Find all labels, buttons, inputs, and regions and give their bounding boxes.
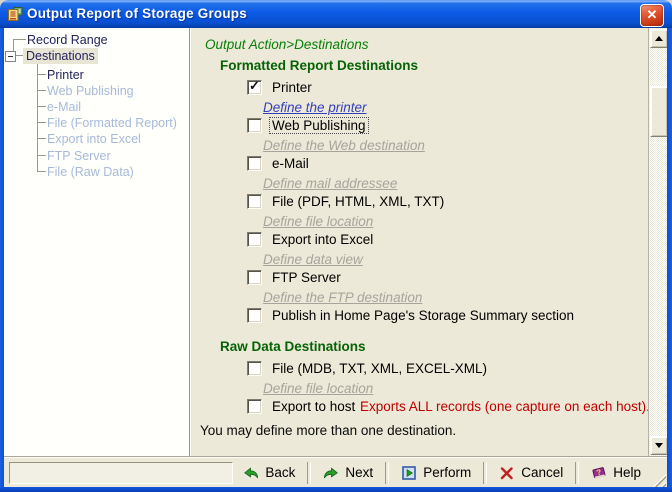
close-button[interactable]: ✕	[640, 4, 664, 27]
publish-home-page-checkbox-label[interactable]: Publish in Home Page's Storage Summary s…	[270, 308, 576, 323]
export-to-host-checkbox-label[interactable]: Export to host	[270, 399, 357, 414]
web-publishing-checkbox[interactable]: ✓	[247, 118, 262, 133]
scroll-down-button[interactable]	[650, 436, 668, 455]
window-title: Output Report of Storage Groups	[27, 6, 247, 21]
arrow-down-icon	[655, 443, 663, 452]
toolbar-separator	[307, 461, 312, 484]
export-to-host-checkbox[interactable]: ✓	[247, 399, 262, 414]
publish-home-page-row: ✓ Publish in Home Page's Storage Summary…	[247, 308, 576, 323]
define-data-view-link: Define data view	[263, 252, 363, 267]
window-border-right	[667, 28, 672, 492]
cancel-x-icon	[501, 466, 513, 479]
raw-data-destinations-heading: Raw Data Destinations	[220, 339, 366, 354]
printer-row: ✓ Printer	[247, 78, 314, 95]
ftp-server-checkbox[interactable]: ✓	[247, 270, 262, 285]
file-formatted-checkbox[interactable]: ✓	[247, 194, 262, 209]
perform-button-label: Perform	[423, 465, 472, 480]
report-app-icon	[8, 7, 23, 21]
vertical-scrollbar[interactable]	[648, 28, 668, 456]
cancel-button-label: Cancel	[521, 465, 564, 480]
close-icon: ✕	[646, 7, 658, 22]
define-printer-link[interactable]: Define the printer	[263, 100, 367, 115]
breadcrumb: Output Action>Destinations	[205, 37, 369, 52]
tree-item-ftp-server[interactable]: FTP Server	[44, 148, 114, 164]
formatted-destinations-heading: Formatted Report Destinations	[220, 58, 419, 73]
tree-item-record-range[interactable]: Record Range	[24, 32, 111, 48]
arrow-up-icon	[655, 32, 663, 41]
status-well	[9, 461, 234, 484]
file-formatted-row: ✓ File (PDF, HTML, XML, TXT)	[247, 194, 446, 209]
file-raw-row: ✓ File (MDB, TXT, XML, EXCEL-XML)	[247, 361, 489, 376]
export-host-warning-text: Exports ALL records (one capture on each…	[360, 399, 650, 414]
perform-button[interactable]: Perform	[391, 462, 481, 484]
footer-note: You may define more than one destination…	[200, 423, 457, 438]
next-button-label: Next	[345, 465, 374, 480]
define-raw-file-location-link: Define file location	[263, 381, 374, 396]
tree-item-export-excel[interactable]: Export into Excel	[44, 131, 144, 147]
next-arrow-icon	[324, 466, 339, 478]
check-mark-icon: ✓	[249, 78, 260, 93]
help-book-icon: ?	[592, 466, 606, 478]
printer-checkbox[interactable]: ✓	[247, 78, 262, 95]
scroll-up-button[interactable]	[650, 29, 668, 48]
email-checkbox-label[interactable]: e-Mail	[270, 156, 311, 171]
tree-item-destinations[interactable]: Destinations	[23, 48, 98, 64]
dialog-window: Output Report of Storage Groups ✕ Record…	[0, 0, 672, 492]
collapse-expander-icon[interactable]	[5, 51, 16, 62]
resize-grip[interactable]	[652, 473, 666, 487]
toolbar-separator	[575, 461, 580, 484]
title-bar[interactable]: Output Report of Storage Groups ✕	[0, 0, 672, 28]
help-button[interactable]: ? Help	[581, 462, 651, 484]
help-button-label: Help	[613, 465, 641, 480]
next-button[interactable]: Next	[313, 462, 383, 484]
toolbar-buttons: Back Next Perform Cancel ? Help	[233, 461, 651, 484]
ftp-server-row: ✓ FTP Server	[247, 270, 343, 285]
back-button-label: Back	[265, 465, 296, 480]
window-border-left	[0, 28, 4, 492]
define-web-destination-link: Define the Web destination	[263, 138, 425, 153]
web-publishing-checkbox-label[interactable]: Web Publishing	[269, 117, 369, 134]
publish-home-page-checkbox[interactable]: ✓	[247, 308, 262, 323]
toolbar-separator	[385, 461, 390, 484]
back-arrow-icon	[244, 466, 259, 478]
cancel-button[interactable]: Cancel	[489, 462, 573, 484]
export-excel-row: ✓ Export into Excel	[247, 232, 375, 247]
email-row: ✓ e-Mail	[247, 156, 311, 171]
define-mail-addressee-link: Define mail addressee	[263, 176, 398, 191]
web-publishing-row: ✓ Web Publishing	[247, 117, 369, 134]
export-to-host-row: ✓ Export to host	[247, 399, 357, 414]
file-raw-checkbox[interactable]: ✓	[247, 361, 262, 376]
navigation-tree: Record Range Destinations Printer Web Pu…	[4, 28, 190, 456]
tree-item-web-publishing[interactable]: Web Publishing	[44, 83, 137, 99]
email-checkbox[interactable]: ✓	[247, 156, 262, 171]
back-button[interactable]: Back	[233, 462, 305, 484]
scrollbar-thumb[interactable]	[650, 86, 668, 137]
export-excel-checkbox[interactable]: ✓	[247, 232, 262, 247]
tree-item-file-formatted[interactable]: File (Formatted Report)	[44, 115, 180, 131]
perform-play-icon	[402, 465, 417, 480]
define-file-location-link: Define file location	[263, 214, 374, 229]
tree-item-email[interactable]: e-Mail	[44, 99, 84, 115]
file-formatted-checkbox-label[interactable]: File (PDF, HTML, XML, TXT)	[270, 194, 446, 209]
define-ftp-destination-link: Define the FTP destination	[263, 290, 423, 305]
ftp-server-checkbox-label[interactable]: FTP Server	[270, 270, 343, 285]
tree-item-file-raw[interactable]: File (Raw Data)	[44, 164, 137, 180]
tree-item-printer[interactable]: Printer	[44, 67, 87, 83]
printer-checkbox-label[interactable]: Printer	[270, 80, 314, 95]
toolbar-separator	[483, 461, 488, 484]
file-raw-checkbox-label[interactable]: File (MDB, TXT, XML, EXCEL-XML)	[270, 361, 489, 376]
window-border-bottom	[0, 487, 672, 492]
bottom-toolbar: Back Next Perform Cancel ? Help	[4, 456, 667, 488]
export-excel-checkbox-label[interactable]: Export into Excel	[270, 232, 375, 247]
